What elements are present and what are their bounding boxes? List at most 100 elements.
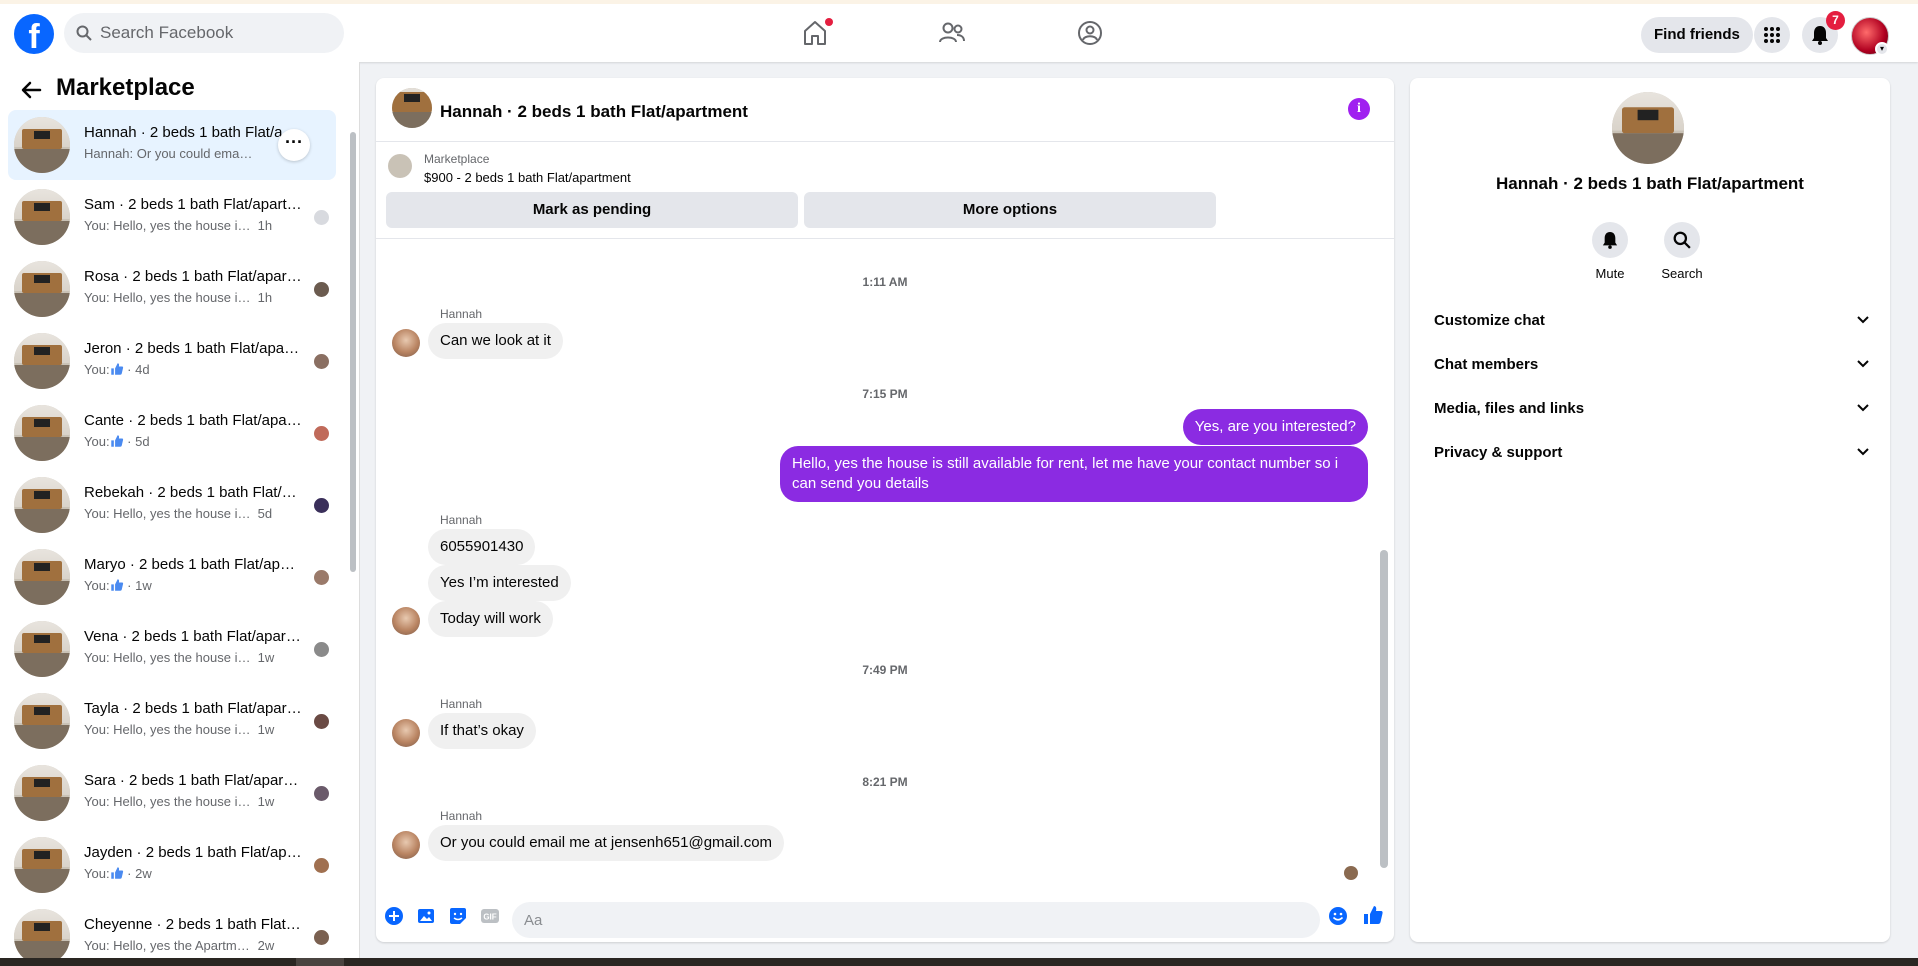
conversation-preview: You: Hello, yes the house is still ... 5… <box>84 506 308 521</box>
message-composer: GIF <box>376 890 1394 942</box>
chevron-down-icon <box>1857 404 1869 412</box>
customize-chat-row[interactable]: Customize chat <box>1418 300 1882 340</box>
incoming-message[interactable]: 6055901430 <box>428 529 536 565</box>
conversation-title: Cante · 2 beds 1 bath Flat/apartment <box>84 412 302 429</box>
find-friends-button[interactable]: Find friends <box>1641 17 1753 53</box>
conversation-avatar <box>14 765 70 821</box>
conversation-item[interactable]: Sara · 2 beds 1 bath Flat/apartment You: … <box>8 758 336 828</box>
conversation-item[interactable]: Vena · 2 beds 1 bath Flat/apartment You: … <box>8 614 336 684</box>
thumbs-up-icon <box>110 867 123 879</box>
sender-avatar[interactable] <box>392 329 420 357</box>
chevron-down-icon[interactable]: ▾ <box>1875 42 1889 56</box>
timestamp: 8:21 PM <box>862 775 908 789</box>
incoming-message[interactable]: Can we look at it <box>428 323 563 359</box>
outgoing-message[interactable]: Hello, yes the house is still available … <box>780 446 1368 502</box>
sender-avatar[interactable] <box>392 719 420 747</box>
gif-icon[interactable]: GIF <box>480 906 500 926</box>
preview-time: 4d <box>135 362 150 377</box>
outgoing-message[interactable]: Yes, are you interested? <box>1182 409 1368 445</box>
conversation-title: Vena · 2 beds 1 bath Flat/apartment <box>84 628 302 645</box>
preview-text: You: Hello, yes the house is still ava..… <box>84 794 254 809</box>
back-arrow-icon[interactable] <box>20 80 42 100</box>
conversation-item[interactable]: Tayla · 2 beds 1 bath Flat/apartment You:… <box>8 686 336 756</box>
facebook-logo[interactable]: f <box>14 14 54 54</box>
details-avatar[interactable] <box>1612 92 1684 164</box>
conversation-title: Sara · 2 beds 1 bath Flat/apartment <box>84 772 302 789</box>
separator: · <box>123 578 136 593</box>
search-box[interactable] <box>64 13 344 53</box>
sticker-icon[interactable] <box>448 906 468 926</box>
sender-avatar[interactable] <box>392 831 420 859</box>
mark-as-pending-button[interactable]: Mark as pending <box>386 192 798 228</box>
conversation-item[interactable]: Sam · 2 beds 1 bath Flat/apartment You: H… <box>8 182 336 252</box>
more-options-icon[interactable]: ··· <box>278 129 310 161</box>
preview-time: 1h <box>257 290 273 305</box>
sidebar-scroll-thumb[interactable] <box>350 132 356 572</box>
menu-button[interactable] <box>1754 17 1790 53</box>
more-options-button[interactable]: More options <box>804 192 1216 228</box>
chat-scroll-thumb[interactable] <box>1380 550 1388 868</box>
conversation-item[interactable]: Cheyenne · 2 beds 1 bath Flat/apartment Y… <box>8 902 336 966</box>
conversation-item[interactable]: Jayden · 2 beds 1 bath Flat/apartment You… <box>8 830 336 900</box>
incoming-message[interactable]: If that’s okay <box>428 713 536 749</box>
chat-members-row[interactable]: Chat members <box>1418 344 1882 384</box>
sender-name: Hannah <box>440 697 483 711</box>
incoming-message[interactable]: Yes I’m interested <box>428 565 571 601</box>
conversation-avatar <box>14 909 70 965</box>
taskbar-item[interactable] <box>296 958 344 966</box>
chevron-down-icon <box>1857 448 1869 456</box>
seen-avatar <box>314 570 329 585</box>
friends-icon[interactable] <box>937 18 967 48</box>
conversation-item[interactable]: Jeron · 2 beds 1 bath Flat/apartment You:… <box>8 326 336 396</box>
groups-icon[interactable] <box>1075 18 1105 48</box>
plus-circle-icon[interactable] <box>384 906 404 926</box>
conversation-item[interactable]: Rebekah · 2 beds 1 bath Flat/apartment Yo… <box>8 470 336 540</box>
preview-time: 2w <box>257 938 275 953</box>
read-receipt-avatar <box>1344 866 1358 880</box>
chat-title[interactable]: Hannah · 2 beds 1 bath Flat/apartment <box>440 102 748 122</box>
like-icon[interactable] <box>1362 904 1384 926</box>
preview-text: You: <box>84 434 110 449</box>
search-icon <box>76 25 92 41</box>
conversation-title: Maryo · 2 beds 1 bath Flat/apartment <box>84 556 302 573</box>
listing-thumbnail[interactable] <box>388 154 412 178</box>
conversation-title: Jayden · 2 beds 1 bath Flat/apartment <box>84 844 302 861</box>
info-icon[interactable]: i <box>1348 98 1370 120</box>
incoming-message[interactable]: Today will work <box>428 601 553 637</box>
sender-avatar[interactable] <box>392 607 420 635</box>
conversation-item[interactable]: Hannah · 2 beds 1 bath Flat/apartment Han… <box>8 110 336 180</box>
conversation-item[interactable]: Cante · 2 beds 1 bath Flat/apartment You:… <box>8 398 336 468</box>
details-name: Hannah · 2 beds 1 bath Flat/apartment <box>1496 174 1804 193</box>
privacy-support-row[interactable]: Privacy & support <box>1418 432 1882 472</box>
message-input[interactable] <box>512 902 1320 938</box>
section-label: Chat members <box>1434 355 1539 373</box>
conversation-preview: Hannah: Or you could email me at ... <box>84 146 308 161</box>
grid-menu-icon <box>1764 27 1780 43</box>
conversation-preview: You: Hello, yes the house is still avai.… <box>84 290 308 305</box>
chat-avatar[interactable] <box>392 88 432 128</box>
preview-time: 1w <box>257 722 275 737</box>
preview-text: You: Hello, yes the house is still ... <box>84 722 254 737</box>
conversation-preview: You: · 2w <box>84 866 308 881</box>
seen-avatar <box>314 498 329 513</box>
conversation-avatar <box>14 693 70 749</box>
incoming-message[interactable]: Or you could email me at jensenh651@gmai… <box>428 825 785 861</box>
search-input[interactable] <box>100 23 330 43</box>
seen-avatar <box>314 210 329 225</box>
chevron-down-icon <box>1857 360 1869 368</box>
conversation-item[interactable]: Maryo · 2 beds 1 bath Flat/apartment You:… <box>8 542 336 612</box>
section-label: Media, files and links <box>1434 399 1585 417</box>
listing-title[interactable]: $900 - 2 beds 1 bath Flat/apartment <box>424 170 631 185</box>
search-in-chat-button[interactable]: Search <box>1652 222 1712 281</box>
timestamp: 1:11 AM <box>862 275 908 289</box>
notification-badge: 7 <box>1826 11 1845 30</box>
emoji-icon[interactable] <box>1328 906 1348 926</box>
photo-icon[interactable] <box>416 906 436 926</box>
mute-button[interactable]: Mute <box>1580 222 1640 281</box>
chat-details-panel: Hannah · 2 beds 1 bath Flat/apartment Mu… <box>1410 78 1890 942</box>
conversation-item[interactable]: Rosa · 2 beds 1 bath Flat/apartment You: … <box>8 254 336 324</box>
conversation-title: Cheyenne · 2 beds 1 bath Flat/apartment <box>84 916 302 933</box>
preview-time: 5d <box>257 506 273 521</box>
os-taskbar <box>0 958 1918 966</box>
media-files-links-row[interactable]: Media, files and links <box>1418 388 1882 428</box>
